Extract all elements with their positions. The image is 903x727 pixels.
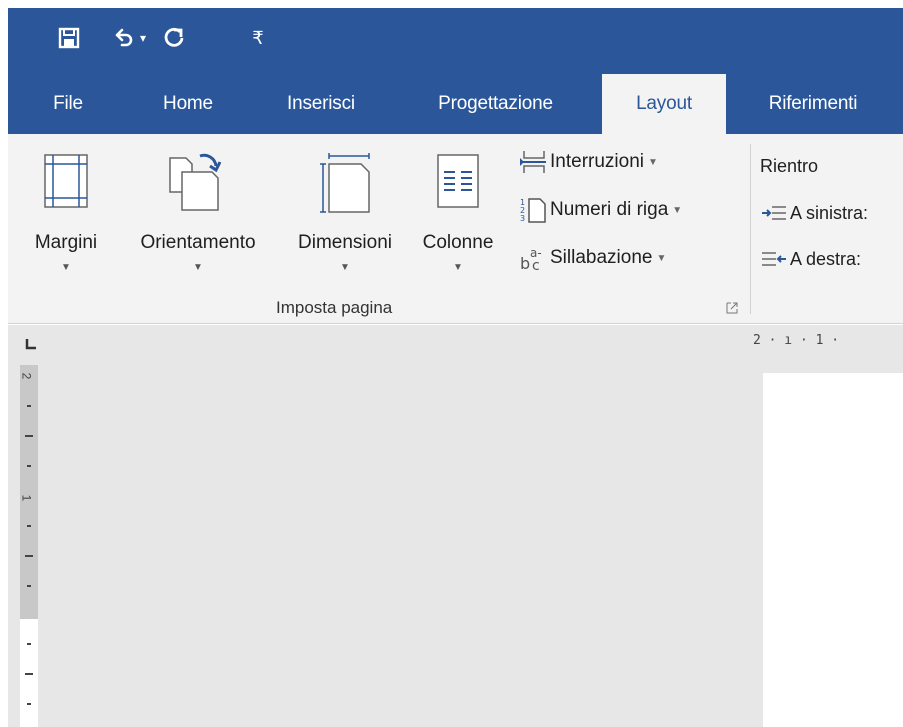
document-page[interactable] bbox=[763, 373, 903, 727]
tab-layout[interactable]: Layout bbox=[602, 74, 726, 134]
customize-toolbar-button[interactable]: ₹ bbox=[246, 22, 270, 54]
dialog-launcher-icon bbox=[726, 302, 738, 314]
svg-text:3: 3 bbox=[520, 214, 525, 223]
document-area: 2 · ı · 1 · 2 1 bbox=[8, 325, 903, 727]
page-break-icon bbox=[520, 151, 546, 173]
page-setup-dialog-launcher[interactable] bbox=[726, 302, 740, 316]
page-size-icon bbox=[320, 153, 370, 213]
hyphenation-button[interactable]: b a- c Sillabazione ▼ bbox=[516, 242, 666, 274]
breaks-label: Interruzioni bbox=[550, 151, 644, 172]
tab-insert[interactable]: Inserisci bbox=[276, 74, 366, 134]
ribbon-panel: Margini ▼ Orientamento ▼ Dimensioni ▼ Co… bbox=[8, 134, 903, 324]
orientation-label: Orientamento bbox=[140, 232, 256, 253]
indent-right-icon bbox=[762, 252, 786, 266]
chevron-down-icon: ▼ bbox=[453, 262, 463, 273]
columns-icon bbox=[437, 154, 479, 208]
chevron-down-icon: ▼ bbox=[656, 252, 667, 264]
orientation-icon bbox=[169, 153, 222, 211]
undo-icon bbox=[115, 28, 133, 47]
hyphenation-icon: b a- c bbox=[520, 246, 542, 272]
columns-label: Colonne bbox=[422, 232, 494, 253]
hyphenation-label: Sillabazione bbox=[550, 247, 653, 268]
line-numbers-icon: 1 2 3 bbox=[520, 198, 546, 223]
ruler-tick bbox=[25, 555, 33, 557]
tab-file[interactable]: File bbox=[38, 74, 98, 134]
tab-selector[interactable] bbox=[24, 337, 40, 353]
tab-home[interactable]: Home bbox=[148, 74, 228, 134]
redo-button[interactable] bbox=[160, 22, 188, 54]
ruler-tick bbox=[27, 405, 31, 407]
ruler-tick bbox=[27, 465, 31, 467]
line-numbers-button[interactable]: 1 2 3 Numeri di riga ▼ bbox=[516, 194, 682, 226]
undo-dropdown-button[interactable]: ▾ bbox=[136, 22, 150, 54]
ruler-tick bbox=[25, 435, 33, 437]
chevron-down-icon: ▼ bbox=[193, 262, 203, 273]
margins-button[interactable]: Margini ▼ bbox=[12, 144, 120, 294]
columns-button[interactable]: Colonne ▼ bbox=[408, 144, 508, 294]
page-setup-group-label: Imposta pagina bbox=[276, 298, 393, 317]
vertical-ruler-mark: 2 bbox=[19, 372, 34, 380]
indent-right-label: A destra: bbox=[790, 248, 862, 269]
customize-icon: ₹ bbox=[252, 27, 264, 48]
chevron-down-icon: ▼ bbox=[340, 262, 350, 273]
indent-title: Rientro bbox=[760, 156, 819, 176]
ruler-tick bbox=[27, 643, 31, 645]
ruler-tick bbox=[27, 585, 31, 587]
orientation-button[interactable]: Orientamento ▼ bbox=[118, 144, 278, 294]
vertical-ruler[interactable]: 2 1 bbox=[19, 365, 38, 727]
indent-left-icon bbox=[762, 206, 786, 220]
group-separator bbox=[750, 144, 751, 314]
size-label: Dimensioni bbox=[298, 232, 392, 253]
save-button[interactable] bbox=[54, 22, 84, 54]
chevron-down-icon: ▼ bbox=[61, 262, 71, 273]
quick-access-toolbar: ▾ ₹ bbox=[8, 8, 903, 70]
save-icon bbox=[58, 27, 80, 49]
vertical-ruler-mark: 1 bbox=[19, 494, 34, 502]
tab-references[interactable]: Riferimenti bbox=[748, 74, 878, 134]
breaks-button[interactable]: Interruzioni ▼ bbox=[516, 146, 658, 178]
svg-text:c: c bbox=[532, 258, 540, 272]
size-button[interactable]: Dimensioni ▼ bbox=[278, 144, 412, 294]
undo-button[interactable] bbox=[112, 22, 136, 54]
ruler-tick bbox=[27, 525, 31, 527]
line-numbers-label: Numeri di riga bbox=[550, 199, 669, 220]
margins-label: Margini bbox=[34, 232, 98, 253]
tab-design[interactable]: Progettazione bbox=[413, 74, 578, 134]
chevron-down-icon: ▼ bbox=[648, 156, 658, 168]
ruler-tick bbox=[27, 703, 31, 705]
chevron-down-icon: ▼ bbox=[672, 204, 683, 216]
vertical-ruler-margin bbox=[20, 365, 38, 619]
chevron-down-icon: ▾ bbox=[139, 31, 147, 45]
redo-icon bbox=[164, 27, 184, 47]
indent-left-label: A sinistra: bbox=[790, 202, 869, 223]
svg-text:b: b bbox=[520, 254, 530, 272]
ruler-tick bbox=[25, 673, 33, 675]
indent-right-field[interactable]: A destra: bbox=[760, 244, 861, 274]
horizontal-ruler[interactable]: 2 · ı · 1 · bbox=[753, 333, 839, 353]
margins-icon bbox=[44, 154, 88, 208]
left-tab-icon bbox=[25, 339, 36, 350]
ribbon-tabs: File Home Inserisci Progettazione Layout… bbox=[8, 70, 903, 134]
indent-left-field[interactable]: A sinistra: bbox=[760, 198, 868, 228]
